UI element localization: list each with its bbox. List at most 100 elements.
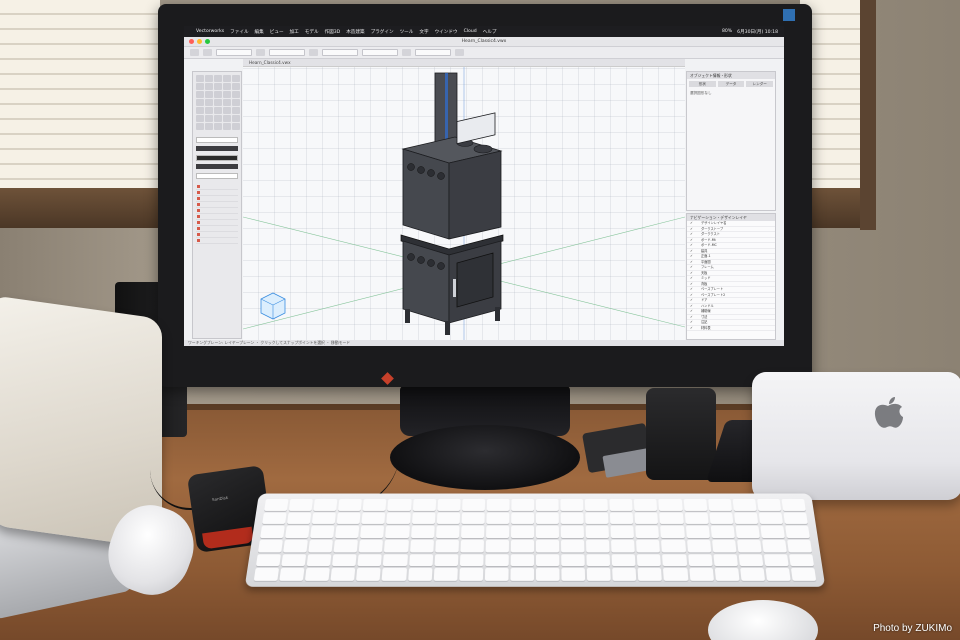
window-title: Hearn_Classic4.vwx xyxy=(461,39,507,44)
tool-button[interactable] xyxy=(196,107,204,114)
window-blind-left xyxy=(0,0,160,200)
pen-swatch[interactable] xyxy=(196,155,238,161)
tool-palette xyxy=(192,71,242,339)
tool-button[interactable] xyxy=(232,83,240,90)
menu-item[interactable]: ツール xyxy=(400,29,414,35)
document-tab[interactable]: Hearn_Classic4.vwx xyxy=(243,59,685,67)
tool-button[interactable] xyxy=(223,99,231,106)
tool-button[interactable] xyxy=(232,107,240,114)
mac-mini xyxy=(752,372,960,500)
toolbar-button[interactable] xyxy=(402,49,411,56)
tool-button[interactable] xyxy=(232,91,240,98)
tool-button[interactable] xyxy=(205,107,213,114)
tool-button[interactable] xyxy=(214,123,222,130)
line-weight-swatch[interactable] xyxy=(196,173,238,179)
tool-button[interactable] xyxy=(196,91,204,98)
vent-circle xyxy=(437,262,445,270)
view-select[interactable] xyxy=(322,49,358,56)
camera xyxy=(646,388,716,480)
tool-button[interactable] xyxy=(214,83,222,90)
tool-button[interactable] xyxy=(223,83,231,90)
menu-item[interactable]: 加工 xyxy=(290,29,299,35)
tool-button[interactable] xyxy=(232,115,240,122)
monitor-screen: Vectorworks ファイル 編集 ビュー 加工 モデル 作図3D 木造建築… xyxy=(184,26,784,346)
pen-opacity-bar[interactable] xyxy=(196,164,238,169)
tool-button[interactable] xyxy=(196,115,204,122)
object-info-palette: オブジェクト情報・形状 形状 データ レンダー 選択図形なし xyxy=(686,71,776,211)
tool-button[interactable] xyxy=(223,91,231,98)
tool-button[interactable] xyxy=(196,75,204,82)
tool-button[interactable] xyxy=(214,99,222,106)
tool-button[interactable] xyxy=(223,75,231,82)
tool-button[interactable] xyxy=(205,99,213,106)
toolbar-button[interactable] xyxy=(190,49,199,56)
clock[interactable]: 6月30日(月) 10:18 xyxy=(737,29,778,35)
menu-item[interactable]: 編集 xyxy=(255,29,264,35)
firebox-door xyxy=(456,252,494,308)
tool-button[interactable] xyxy=(196,83,204,90)
render-select[interactable] xyxy=(362,49,398,56)
menu-item[interactable]: 木造建築 xyxy=(346,29,364,35)
window-frame xyxy=(860,0,876,230)
tool-button[interactable] xyxy=(232,123,240,130)
magic-keyboard xyxy=(244,493,826,587)
tool-button[interactable] xyxy=(223,107,231,114)
menu-item[interactable]: 作図3D xyxy=(325,29,341,35)
menu-item[interactable]: ウインドウ xyxy=(435,29,458,35)
vent-circle xyxy=(427,259,435,267)
tool-button[interactable] xyxy=(205,91,213,98)
stove-leg xyxy=(405,309,410,323)
tool-button[interactable] xyxy=(205,75,213,82)
tool-button[interactable] xyxy=(214,115,222,122)
oven-window xyxy=(456,112,496,145)
tab-render[interactable]: レンダー xyxy=(746,81,774,87)
navigation-palette: ナビゲーション・デザインレイヤ デザインレイヤ名 ダークストーブ ダーククスト … xyxy=(686,213,776,340)
toolbar-button[interactable] xyxy=(256,49,265,56)
tool-button[interactable] xyxy=(196,123,204,130)
tab-shape[interactable]: 形状 xyxy=(689,81,716,87)
projection-select[interactable] xyxy=(415,49,451,56)
tab-data[interactable]: データ xyxy=(717,81,745,87)
menu-item[interactable]: ヘルプ xyxy=(483,29,497,35)
tool-button[interactable] xyxy=(214,75,222,82)
tool-button[interactable] xyxy=(205,115,213,122)
photo-credit: Photo by ZUKIMo xyxy=(873,623,952,634)
tool-button[interactable] xyxy=(196,99,204,106)
menu-extras: 80% 6月30日(月) 10:18 xyxy=(722,29,778,35)
tool-button[interactable] xyxy=(205,83,213,90)
tool-button[interactable] xyxy=(232,75,240,82)
layer-row[interactable]: 材料表 xyxy=(687,326,775,331)
drawing-viewport[interactable] xyxy=(242,67,686,340)
fill-swatch[interactable] xyxy=(196,137,238,143)
snap-list xyxy=(196,184,238,244)
view-cube[interactable] xyxy=(260,292,286,320)
battery-status[interactable]: 80% xyxy=(722,29,732,35)
menu-app-name[interactable]: Vectorworks xyxy=(196,29,224,34)
menu-item[interactable]: ビュー xyxy=(270,29,284,35)
tool-button[interactable] xyxy=(223,123,231,130)
view-toolbar xyxy=(184,47,784,59)
tool-button[interactable] xyxy=(223,115,231,122)
stove-front-face xyxy=(448,150,502,240)
selection-status: 選択図形なし xyxy=(690,91,712,95)
menu-item[interactable]: Cloud xyxy=(464,29,477,34)
class-select[interactable] xyxy=(216,49,252,56)
apple-logo-icon xyxy=(874,397,903,428)
toolbar-button[interactable] xyxy=(455,49,464,56)
monitor-logo xyxy=(381,372,394,385)
menu-item[interactable]: プラグイン xyxy=(371,29,394,35)
menu-item[interactable]: モデル xyxy=(305,29,319,35)
toolbar-button[interactable] xyxy=(203,49,212,56)
layer-select[interactable] xyxy=(269,49,305,56)
toolbar-button[interactable] xyxy=(309,49,318,56)
menu-item[interactable]: 文字 xyxy=(419,29,428,35)
opacity-bar[interactable] xyxy=(196,146,238,151)
menu-item[interactable]: ファイル xyxy=(230,29,248,35)
tool-button[interactable] xyxy=(232,99,240,106)
tool-button[interactable] xyxy=(214,91,222,98)
snap-item[interactable] xyxy=(196,238,238,244)
menu-bar: Vectorworks ファイル 編集 ビュー 加工 モデル 作図3D 木造建築… xyxy=(184,26,784,37)
window-sill-left xyxy=(0,188,165,228)
tool-button[interactable] xyxy=(205,123,213,130)
tool-button[interactable] xyxy=(214,107,222,114)
